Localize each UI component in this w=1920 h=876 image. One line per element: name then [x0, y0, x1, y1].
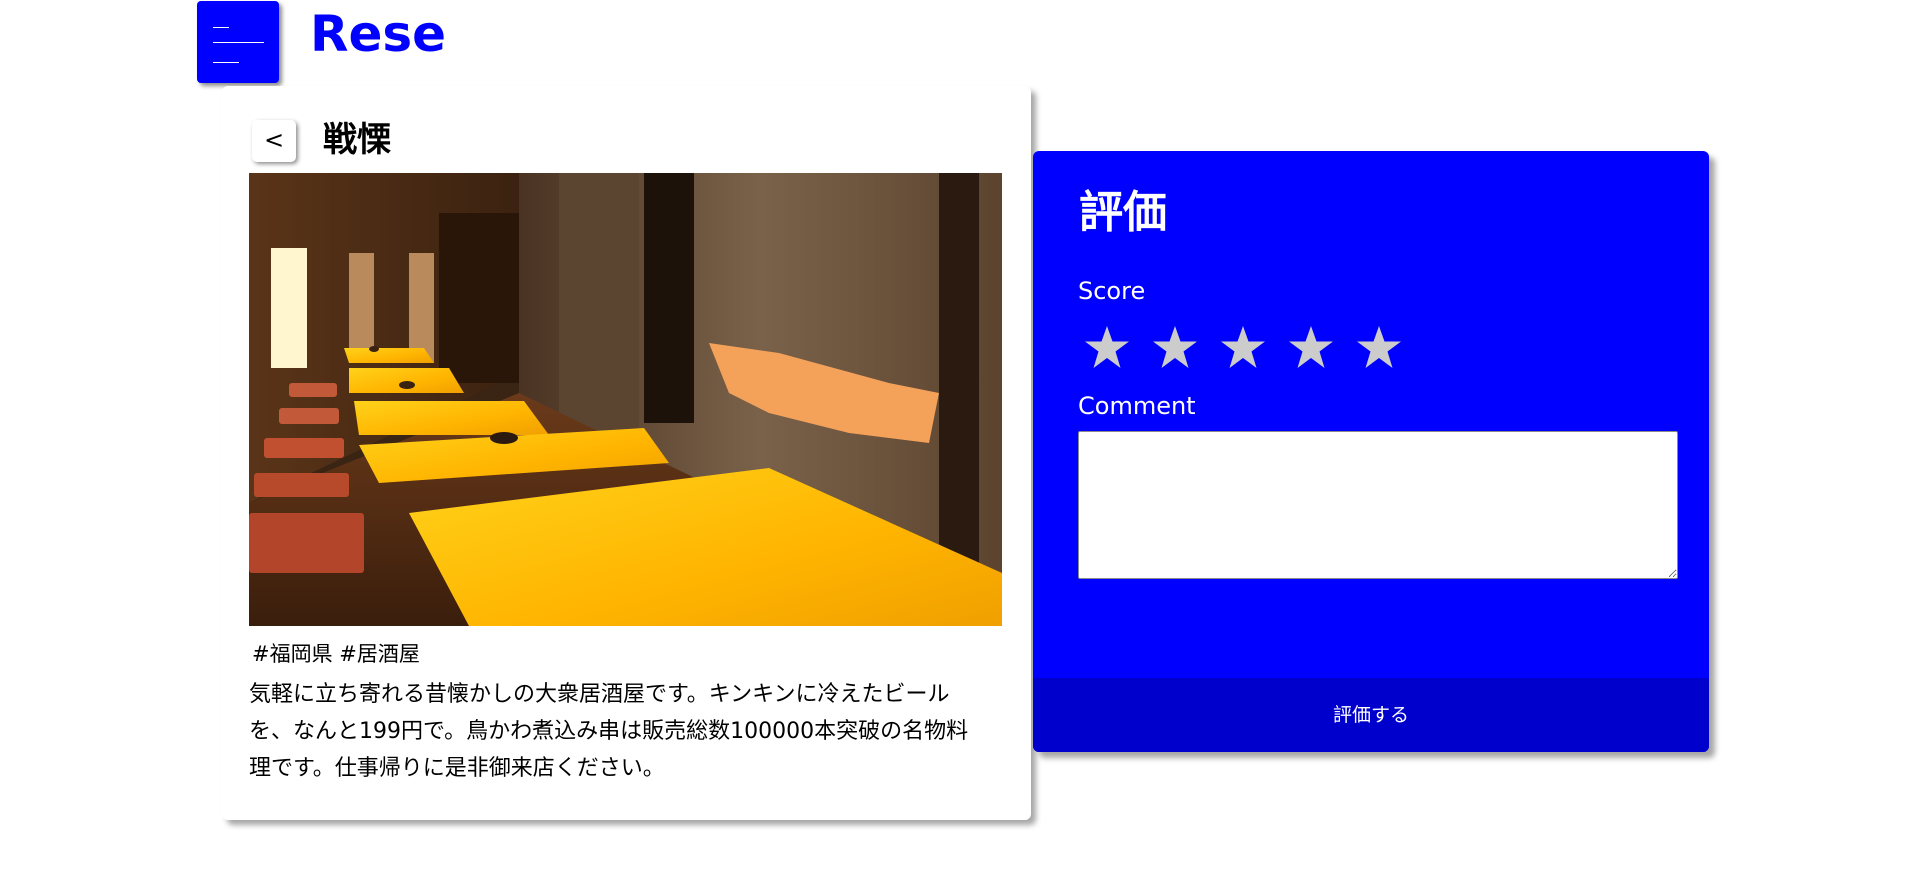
- shop-description: 気軽に立ち寄れる昔懐かしの大衆居酒屋です。キンキンに冷えたビールを、なんと199…: [249, 682, 969, 781]
- star-icon-2[interactable]: [1150, 324, 1200, 374]
- shop-tags: #福岡県 #居酒屋: [252, 642, 420, 666]
- review-panel: 評価 Score Comment 評価する: [1033, 151, 1709, 752]
- menu-button[interactable]: [197, 1, 279, 83]
- score-label: Score: [1078, 277, 1146, 305]
- star-icon-1[interactable]: [1082, 324, 1132, 374]
- star-icon-3[interactable]: [1218, 324, 1268, 374]
- shop-photo: [249, 173, 1002, 626]
- back-button[interactable]: <: [252, 120, 296, 162]
- shop-detail-card: < 戦慄 #福岡県 #居酒屋 気軽に立ち寄れる昔懐かしの大衆居酒屋です。キンキン…: [222, 86, 1031, 820]
- comment-textarea[interactable]: [1078, 431, 1678, 579]
- comment-label: Comment: [1078, 392, 1196, 420]
- star-icon-4[interactable]: [1286, 324, 1336, 374]
- submit-review-button[interactable]: 評価する: [1033, 678, 1709, 752]
- brand-logo[interactable]: Rese: [310, 4, 446, 64]
- review-title: 評価: [1079, 187, 1167, 238]
- shop-name: 戦慄: [323, 120, 391, 160]
- star-icon-5[interactable]: [1354, 324, 1404, 374]
